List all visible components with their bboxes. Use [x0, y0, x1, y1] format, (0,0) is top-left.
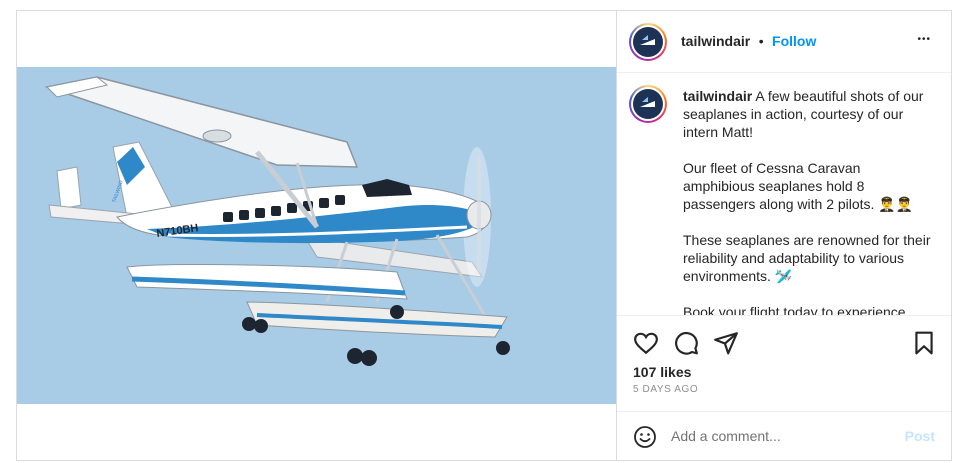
post-comment-button[interactable]: Post — [905, 428, 935, 444]
instagram-post: N710BH TAILWIND tailwindair • Follow •••… — [16, 10, 952, 461]
post-photo[interactable]: N710BH TAILWIND — [17, 67, 616, 404]
tailwind-logo-icon — [633, 89, 663, 119]
comment-bar: Post — [617, 411, 951, 460]
caption-area: tailwindair A few beautiful shots of our… — [617, 73, 951, 315]
more-icon[interactable]: ••• — [917, 33, 931, 47]
heart-icon[interactable] — [633, 330, 659, 356]
caption-paragraph: Our fleet of Cessna Caravan amphibious s… — [683, 160, 914, 212]
emoji-icon[interactable] — [633, 425, 657, 449]
post-sidebar: tailwindair • Follow ••• tailwindair A f… — [617, 11, 951, 460]
post-header: tailwindair • Follow ••• — [617, 11, 951, 73]
header-separator: • — [758, 33, 764, 49]
post-timestamp[interactable]: 5 DAYS AGO — [633, 384, 698, 395]
tailwind-logo-icon — [633, 27, 663, 57]
caption-avatar[interactable] — [629, 85, 667, 123]
follow-button[interactable]: Follow — [772, 33, 816, 49]
caption-paragraph: Book your flight today to experience — [683, 304, 906, 315]
caption-paragraph: These seaplanes are renowned for their r… — [683, 232, 931, 284]
like-count[interactable]: 107 likes — [633, 364, 691, 380]
comment-input[interactable] — [671, 424, 891, 448]
caption-username[interactable]: tailwindair — [683, 88, 752, 104]
share-icon[interactable] — [713, 330, 739, 356]
action-bar: 107 likes 5 DAYS AGO — [617, 315, 951, 411]
caption-text: tailwindair A few beautiful shots of our… — [683, 87, 931, 315]
comment-icon[interactable] — [673, 330, 699, 356]
header-username[interactable]: tailwindair — [681, 33, 750, 49]
bookmark-icon[interactable] — [911, 330, 937, 356]
avatar[interactable] — [629, 23, 667, 61]
post-media: N710BH TAILWIND — [17, 11, 617, 460]
